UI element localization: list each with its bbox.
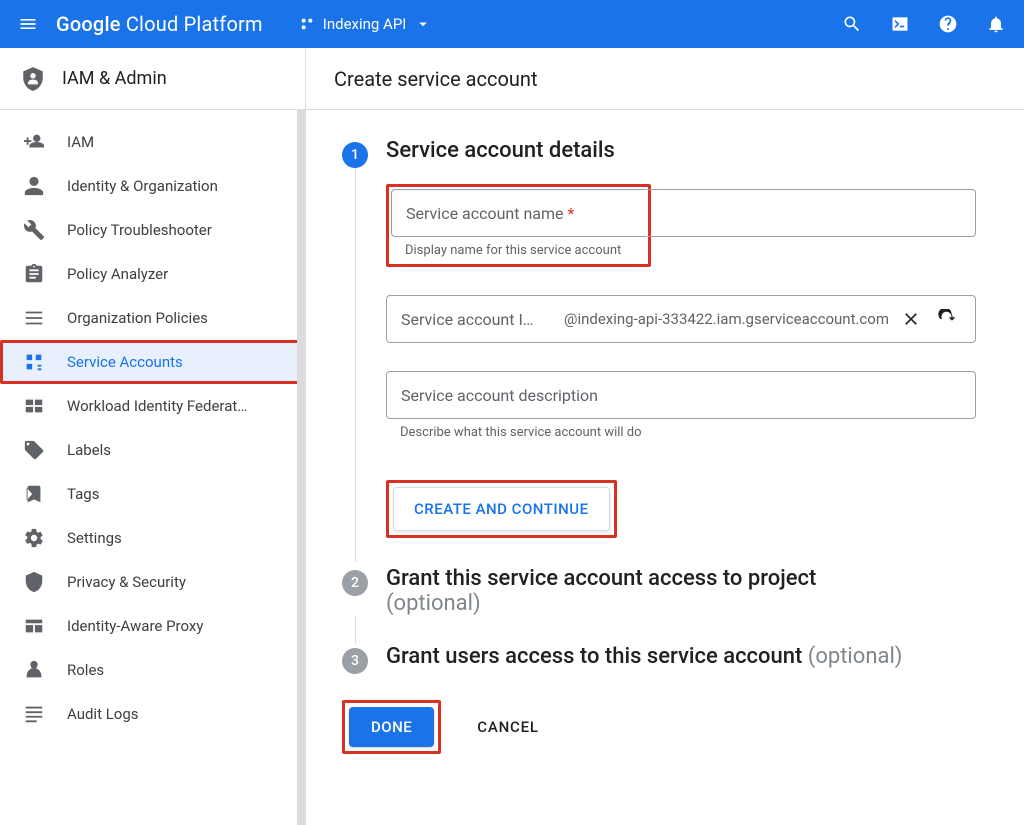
sidebar-item-settings[interactable]: Settings <box>0 516 305 560</box>
federation-icon <box>23 395 45 417</box>
sidebar-item-workload-identity[interactable]: Workload Identity Federat… <box>0 384 305 428</box>
sidebar-item-audit-logs[interactable]: Audit Logs <box>0 692 305 736</box>
sidebar-item-label: Policy Analyzer <box>67 265 168 283</box>
sidebar-scroll[interactable]: IAM Identity & Organization Policy Troub… <box>0 110 305 825</box>
chevron-down-icon <box>414 15 432 33</box>
sidebar-item-label: Identity & Organization <box>67 177 218 195</box>
wrench-icon <box>23 219 45 241</box>
step-2-title: Grant this service account access to pro… <box>386 566 816 616</box>
tag-icon <box>23 439 45 461</box>
sidebar-item-policy-analyzer[interactable]: Policy Analyzer <box>0 252 305 296</box>
step-1-badge: 1 <box>342 142 368 168</box>
list-icon <box>23 307 45 329</box>
hamburger-icon <box>18 14 38 34</box>
sidebar-item-label: Policy Troubleshooter <box>67 221 212 239</box>
cloud-shell-icon <box>890 14 910 34</box>
service-account-description-input[interactable]: Service account description <box>386 371 976 419</box>
sidebar-item-label: Service Accounts <box>67 353 183 371</box>
sidebar-item-privacy-security[interactable]: Privacy & Security <box>0 560 305 604</box>
cloud-shell-button[interactable] <box>880 4 920 44</box>
service-account-name-helper: Display name for this service account <box>391 237 646 258</box>
clipboard-icon <box>23 263 45 285</box>
appbar: Google Cloud Platform Indexing API <box>0 0 1024 48</box>
iap-icon <box>23 615 45 637</box>
gear-icon <box>23 527 45 549</box>
sidebar-item-label: Roles <box>67 661 104 679</box>
sidebar-item-roles[interactable]: Roles <box>0 648 305 692</box>
sidebar-item-label: Workload Identity Federat… <box>67 397 247 415</box>
sidebar-section-header: IAM & Admin <box>0 48 305 110</box>
sidebar-item-policy-troubleshooter[interactable]: Policy Troubleshooter <box>0 208 305 252</box>
main-panel: Create service account 1 Service account… <box>306 48 1024 825</box>
sidebar-item-label: Tags <box>67 485 99 503</box>
shield-icon <box>23 571 45 593</box>
sidebar-item-label: Settings <box>67 529 122 547</box>
refresh-icon <box>937 309 957 329</box>
sidebar-item-label: IAM <box>67 133 94 151</box>
sidebar-item-label: Organization Policies <box>67 309 208 327</box>
search-button[interactable] <box>832 4 872 44</box>
cancel-button[interactable]: CANCEL <box>457 707 559 747</box>
sidebar: IAM & Admin IAM Identity & Organization … <box>0 48 306 825</box>
sidebar-item-label: Audit Logs <box>67 705 139 723</box>
sidebar-item-identity-organization[interactable]: Identity & Organization <box>0 164 305 208</box>
help-icon <box>938 14 958 34</box>
project-name: Indexing API <box>323 15 407 33</box>
service-account-icon <box>23 351 45 373</box>
sidebar-item-labels[interactable]: Labels <box>0 428 305 472</box>
project-picker[interactable]: Indexing API <box>289 11 443 37</box>
close-icon <box>901 309 921 329</box>
service-account-description-helper: Describe what this service account will … <box>386 419 996 440</box>
sidebar-item-label: Privacy & Security <box>67 573 186 591</box>
iam-admin-icon <box>20 66 46 92</box>
person-add-icon <box>23 131 45 153</box>
sidebar-item-organization-policies[interactable]: Organization Policies <box>0 296 305 340</box>
project-dots-icon <box>299 16 315 32</box>
step-3-title: Grant users access to this service accou… <box>386 644 902 669</box>
page-title: Create service account <box>306 48 1024 110</box>
sidebar-item-tags[interactable]: Tags <box>0 472 305 516</box>
service-account-name-input[interactable]: Service account name* <box>391 189 646 237</box>
sidebar-item-label: Identity-Aware Proxy <box>67 617 203 635</box>
search-icon <box>842 14 862 34</box>
logs-icon <box>23 703 45 725</box>
nav-menu-button[interactable] <box>8 4 48 44</box>
step-2-badge: 2 <box>342 570 368 596</box>
sidebar-item-iam[interactable]: IAM <box>0 120 305 164</box>
service-account-id-input[interactable]: Service account I… @indexing-api-333422.… <box>386 295 976 343</box>
notifications-button[interactable] <box>976 4 1016 44</box>
help-button[interactable] <box>928 4 968 44</box>
sidebar-item-service-accounts[interactable]: Service Accounts <box>0 340 305 384</box>
bell-icon <box>986 14 1006 34</box>
sidebar-item-label: Labels <box>67 441 111 459</box>
sidebar-item-iap[interactable]: Identity-Aware Proxy <box>0 604 305 648</box>
sidebar-section-title: IAM & Admin <box>62 68 167 89</box>
step-1-title: Service account details <box>386 138 615 163</box>
step-3-badge: 3 <box>342 648 368 674</box>
clear-id-button[interactable] <box>897 305 925 333</box>
regenerate-id-button[interactable] <box>933 305 961 333</box>
roles-icon <box>23 659 45 681</box>
create-and-continue-button[interactable]: CREATE AND CONTINUE <box>393 487 610 531</box>
service-account-id-suffix: @indexing-api-333422.iam.gserviceaccount… <box>564 310 889 328</box>
done-button[interactable]: DONE <box>349 707 434 747</box>
brand-label: Google Cloud Platform <box>56 12 263 36</box>
person-icon <box>23 175 45 197</box>
bookmark-icon <box>23 483 45 505</box>
